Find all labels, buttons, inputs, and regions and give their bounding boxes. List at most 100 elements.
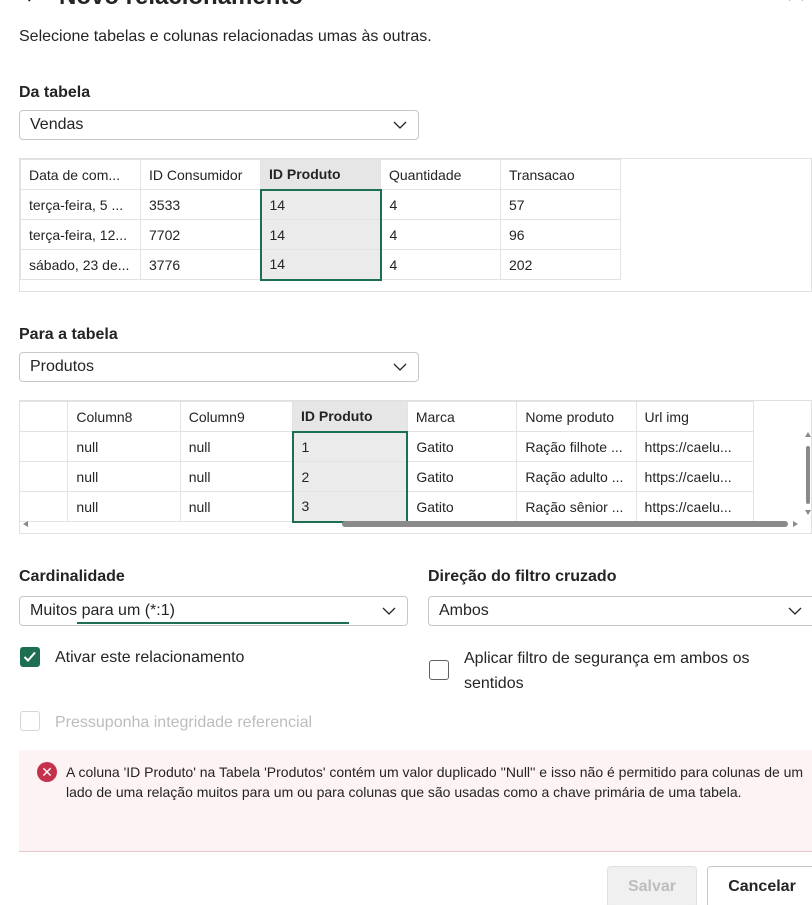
table-cell-selected[interactable]: 2	[291, 461, 409, 492]
vertical-scrollbar[interactable]	[804, 430, 812, 530]
table-cell[interactable]: 3776	[140, 249, 261, 280]
to-table-grid: 7 Column8 Column9 ID Produto Marca Nome …	[20, 401, 755, 523]
table-cell-selected[interactable]: 1	[291, 430, 409, 462]
table-cell[interactable]: https://caelu...	[635, 461, 755, 492]
column-header[interactable]: 7	[20, 401, 69, 432]
column-header[interactable]: Transacao	[500, 159, 621, 190]
table-cell[interactable]: null	[67, 461, 181, 492]
table-header-row: 7 Column8 Column9 ID Produto Marca Nome …	[20, 401, 755, 432]
chevron-down-icon	[393, 121, 407, 129]
table-row: sábado, 23 de... 3776 14 4 202	[20, 249, 621, 281]
table-cell[interactable]: null	[67, 431, 181, 462]
table-cell[interactable]: null	[179, 491, 294, 522]
filter-direction-dropdown[interactable]: Ambos	[428, 596, 812, 626]
close-icon[interactable]	[785, 0, 807, 11]
column-header[interactable]: Quantidade	[380, 159, 501, 190]
table-cell[interactable]	[20, 461, 69, 492]
activate-checkbox[interactable]	[20, 647, 40, 667]
scroll-right-icon[interactable]	[793, 521, 798, 527]
from-table-grid: Data de com... ID Consumidor ID Produto …	[20, 159, 621, 281]
table-cell[interactable]: 4	[380, 249, 501, 280]
dialog-subtitle: Selecione tabelas e colunas relacionadas…	[19, 28, 432, 45]
to-table-value: Produtos	[30, 358, 95, 375]
focus-indicator	[77, 622, 349, 624]
table-header-row: Data de com... ID Consumidor ID Produto …	[20, 159, 621, 190]
scroll-left-icon[interactable]	[23, 521, 28, 527]
to-table-dropdown[interactable]: Produtos	[19, 352, 419, 382]
scrollbar-thumb[interactable]	[342, 521, 788, 527]
table-cell[interactable]: Gatito	[406, 431, 518, 462]
column-header[interactable]: Column8	[67, 401, 181, 432]
table-cell[interactable]: 3533	[140, 189, 261, 220]
table-cell-selected[interactable]: 14	[259, 249, 382, 281]
table-row: null null 1 Gatito Ração filhote ... htt…	[20, 430, 755, 462]
table-cell[interactable]: null	[179, 431, 294, 462]
column-header[interactable]: Url img	[635, 401, 755, 432]
to-table-preview: 7 Column8 Column9 ID Produto Marca Nome …	[19, 400, 812, 534]
security-filter-label: Aplicar filtro de segurança em ambos os …	[464, 650, 750, 692]
from-table-dropdown[interactable]: Vendas	[19, 110, 419, 140]
table-cell-selected[interactable]: 14	[259, 188, 382, 220]
from-table-label: Da tabela	[19, 84, 91, 101]
table-cell-selected[interactable]: 3	[291, 491, 409, 523]
cardinality-label: Cardinalidade	[19, 568, 125, 585]
dialog-title: Novo relacionamento	[59, 0, 303, 11]
table-cell[interactable]: https://caelu...	[635, 431, 755, 462]
arrow-left-icon[interactable]	[19, 0, 59, 13]
table-cell[interactable]: https://caelu...	[635, 491, 755, 522]
chevron-down-icon	[788, 607, 802, 615]
checkmark-icon	[23, 651, 36, 662]
error-message-text: A coluna 'ID Produto' na Tabela 'Produto…	[66, 764, 804, 800]
filter-direction-value: Ambos	[439, 602, 489, 619]
table-cell[interactable]: terça-feira, 5 ...	[20, 189, 141, 220]
table-cell-selected[interactable]: 14	[259, 219, 382, 250]
table-row: terça-feira, 5 ... 3533 14 4 57	[20, 188, 621, 220]
table-cell[interactable]: Gatito	[406, 491, 518, 522]
to-table-label: Para a tabela	[19, 326, 118, 343]
table-cell[interactable]: terça-feira, 12...	[20, 219, 141, 250]
chevron-down-icon	[393, 363, 407, 371]
table-cell[interactable]: Gatito	[406, 461, 518, 492]
horizontal-scrollbar[interactable]	[20, 519, 810, 529]
table-row: terça-feira, 12... 7702 14 4 96	[20, 219, 621, 250]
filter-direction-label: Direção do filtro cruzado	[428, 568, 617, 585]
error-message-bar: ✕ A coluna 'ID Produto' na Tabela 'Produ…	[19, 750, 812, 852]
scrollbar-thumb[interactable]	[806, 446, 810, 504]
table-cell[interactable]: null	[67, 491, 181, 522]
column-header[interactable]: Nome produto	[516, 401, 637, 432]
table-cell[interactable]: 96	[500, 219, 621, 250]
table-cell[interactable]	[20, 431, 69, 462]
table-cell[interactable]: Ração adulto ...	[516, 461, 637, 492]
column-header[interactable]: ID Consumidor	[140, 159, 261, 190]
table-cell[interactable]: sábado, 23 de...	[20, 249, 141, 280]
column-header[interactable]: Marca	[406, 401, 518, 432]
referential-integrity-checkbox[interactable]	[20, 711, 40, 731]
save-button[interactable]: Salvar	[607, 866, 697, 905]
chevron-down-icon	[382, 607, 396, 615]
from-table-value: Vendas	[30, 116, 84, 133]
scroll-up-icon[interactable]	[805, 432, 811, 437]
dialog-header: Novo relacionamento	[19, 0, 303, 12]
cardinality-value: Muitos para um (*:1)	[30, 602, 175, 619]
table-cell[interactable]: 57	[500, 189, 621, 220]
table-cell[interactable]: Ração sênior ...	[516, 491, 637, 522]
table-cell[interactable]: Ração filhote ...	[516, 431, 637, 462]
column-header[interactable]: Data de com...	[20, 159, 141, 190]
table-row: null null 3 Gatito Ração sênior ... http…	[20, 491, 755, 523]
cancel-button[interactable]: Cancelar	[707, 866, 812, 905]
table-row: null null 2 Gatito Ração adulto ... http…	[20, 461, 755, 492]
table-cell[interactable]: null	[179, 461, 294, 492]
table-cell[interactable]: 4	[380, 219, 501, 250]
column-header-selected[interactable]: ID Produto	[292, 401, 408, 432]
scroll-down-icon[interactable]	[805, 510, 811, 515]
column-header-selected[interactable]: ID Produto	[260, 159, 381, 190]
table-cell[interactable]: 202	[500, 249, 621, 280]
table-cell[interactable]: 7702	[140, 219, 261, 250]
error-circle-icon: ✕	[37, 762, 57, 782]
referential-integrity-label: Pressuponha integridade referencial	[55, 714, 313, 731]
security-filter-checkbox[interactable]	[429, 660, 449, 680]
from-table-preview: Data de com... ID Consumidor ID Produto …	[19, 158, 812, 292]
column-header[interactable]: Column9	[179, 401, 294, 432]
table-cell[interactable]: 4	[380, 189, 501, 220]
table-cell[interactable]	[20, 491, 69, 522]
